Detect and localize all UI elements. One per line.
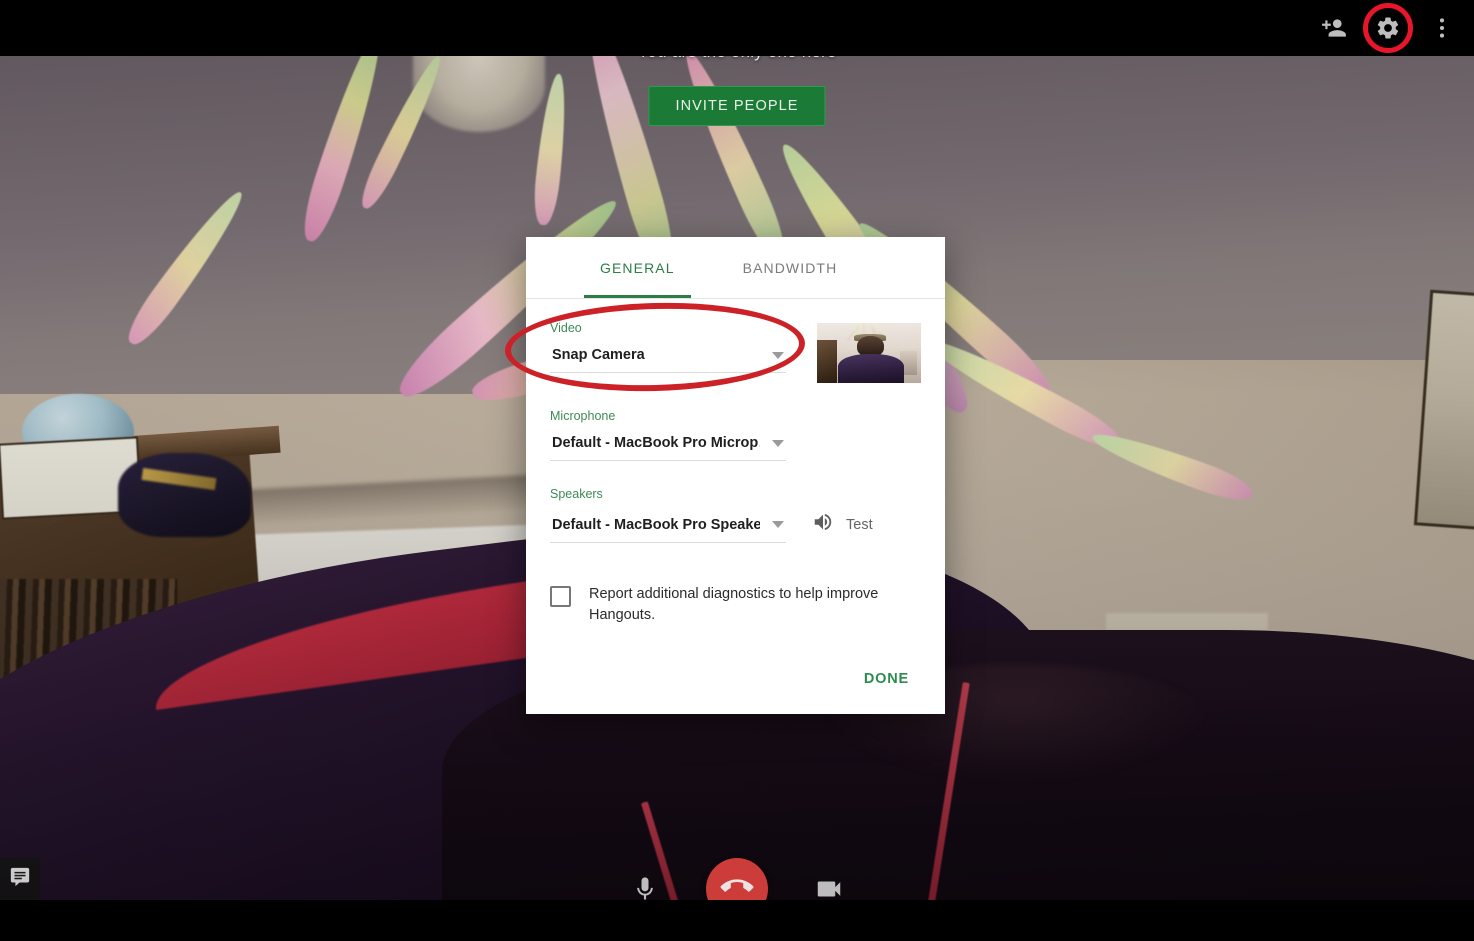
settings-button[interactable] (1363, 3, 1413, 53)
chevron-down-icon (772, 439, 784, 447)
tab-bandwidth[interactable]: BANDWIDTH (727, 237, 854, 298)
diagnostics-label: Report additional diagnostics to help im… (589, 586, 879, 624)
camera-preview (817, 323, 921, 383)
microphone-section: Microphone Default - MacBook Pro Microp… (550, 409, 921, 461)
video-select-value: Snap Camera (552, 347, 645, 363)
dialog-footer: DONE (526, 644, 945, 714)
chat-button[interactable] (0, 858, 40, 900)
settings-dialog: GENERAL BANDWIDTH Video Snap Camera Micr… (526, 237, 945, 714)
microphone-select[interactable]: Default - MacBook Pro Microp… (550, 433, 786, 461)
video-label: Video (550, 321, 582, 335)
chat-bubble-icon (9, 866, 31, 893)
volume-icon (812, 511, 834, 538)
video-field: Video Snap Camera (550, 321, 801, 373)
preview-torso (837, 354, 905, 383)
dialog-body: Video Snap Camera Microphone Default - M… (526, 299, 945, 644)
top-bar-icons (1320, 0, 1456, 56)
invite-people-button[interactable]: INVITE PEOPLE (648, 86, 826, 126)
speaker-test-button[interactable]: Test (812, 511, 873, 538)
antler-branch (530, 72, 571, 227)
diagnostics-checkbox[interactable] (550, 586, 571, 607)
microphone-select-value: Default - MacBook Pro Microp… (552, 435, 760, 451)
top-bar (0, 0, 1474, 56)
bottom-bar (0, 900, 1474, 941)
dialog-tab-bar: GENERAL BANDWIDTH (526, 237, 945, 299)
speakers-row: Default - MacBook Pro Speake… Test (550, 511, 921, 546)
speakers-select[interactable]: Default - MacBook Pro Speake… (550, 515, 786, 543)
hangouts-call-window: You are the only one here INVITE PEOPLE … (0, 0, 1474, 941)
chevron-down-icon (772, 521, 784, 528)
microphone-label: Microphone (550, 409, 616, 423)
speakers-section: Speakers Default - MacBook Pro Speake… T… (550, 487, 921, 546)
antler-branch (295, 56, 392, 247)
speakers-select-value: Default - MacBook Pro Speake… (552, 516, 760, 533)
tab-general[interactable]: GENERAL (584, 237, 691, 298)
antler-branch (1088, 424, 1256, 508)
gear-icon[interactable] (1374, 14, 1402, 42)
speaker-test-label: Test (846, 516, 873, 533)
add-person-icon[interactable] (1320, 14, 1348, 42)
more-vertical-icon[interactable] (1428, 14, 1456, 42)
done-button[interactable]: DONE (858, 663, 915, 695)
chevron-down-icon (772, 351, 784, 359)
antler-branch (120, 184, 252, 351)
speakers-label: Speakers (550, 487, 603, 501)
diagnostics-row: Report additional diagnostics to help im… (550, 584, 921, 626)
video-section: Video Snap Camera (550, 321, 921, 383)
video-select[interactable]: Snap Camera (550, 345, 786, 373)
preview-bookshelf (817, 339, 837, 383)
